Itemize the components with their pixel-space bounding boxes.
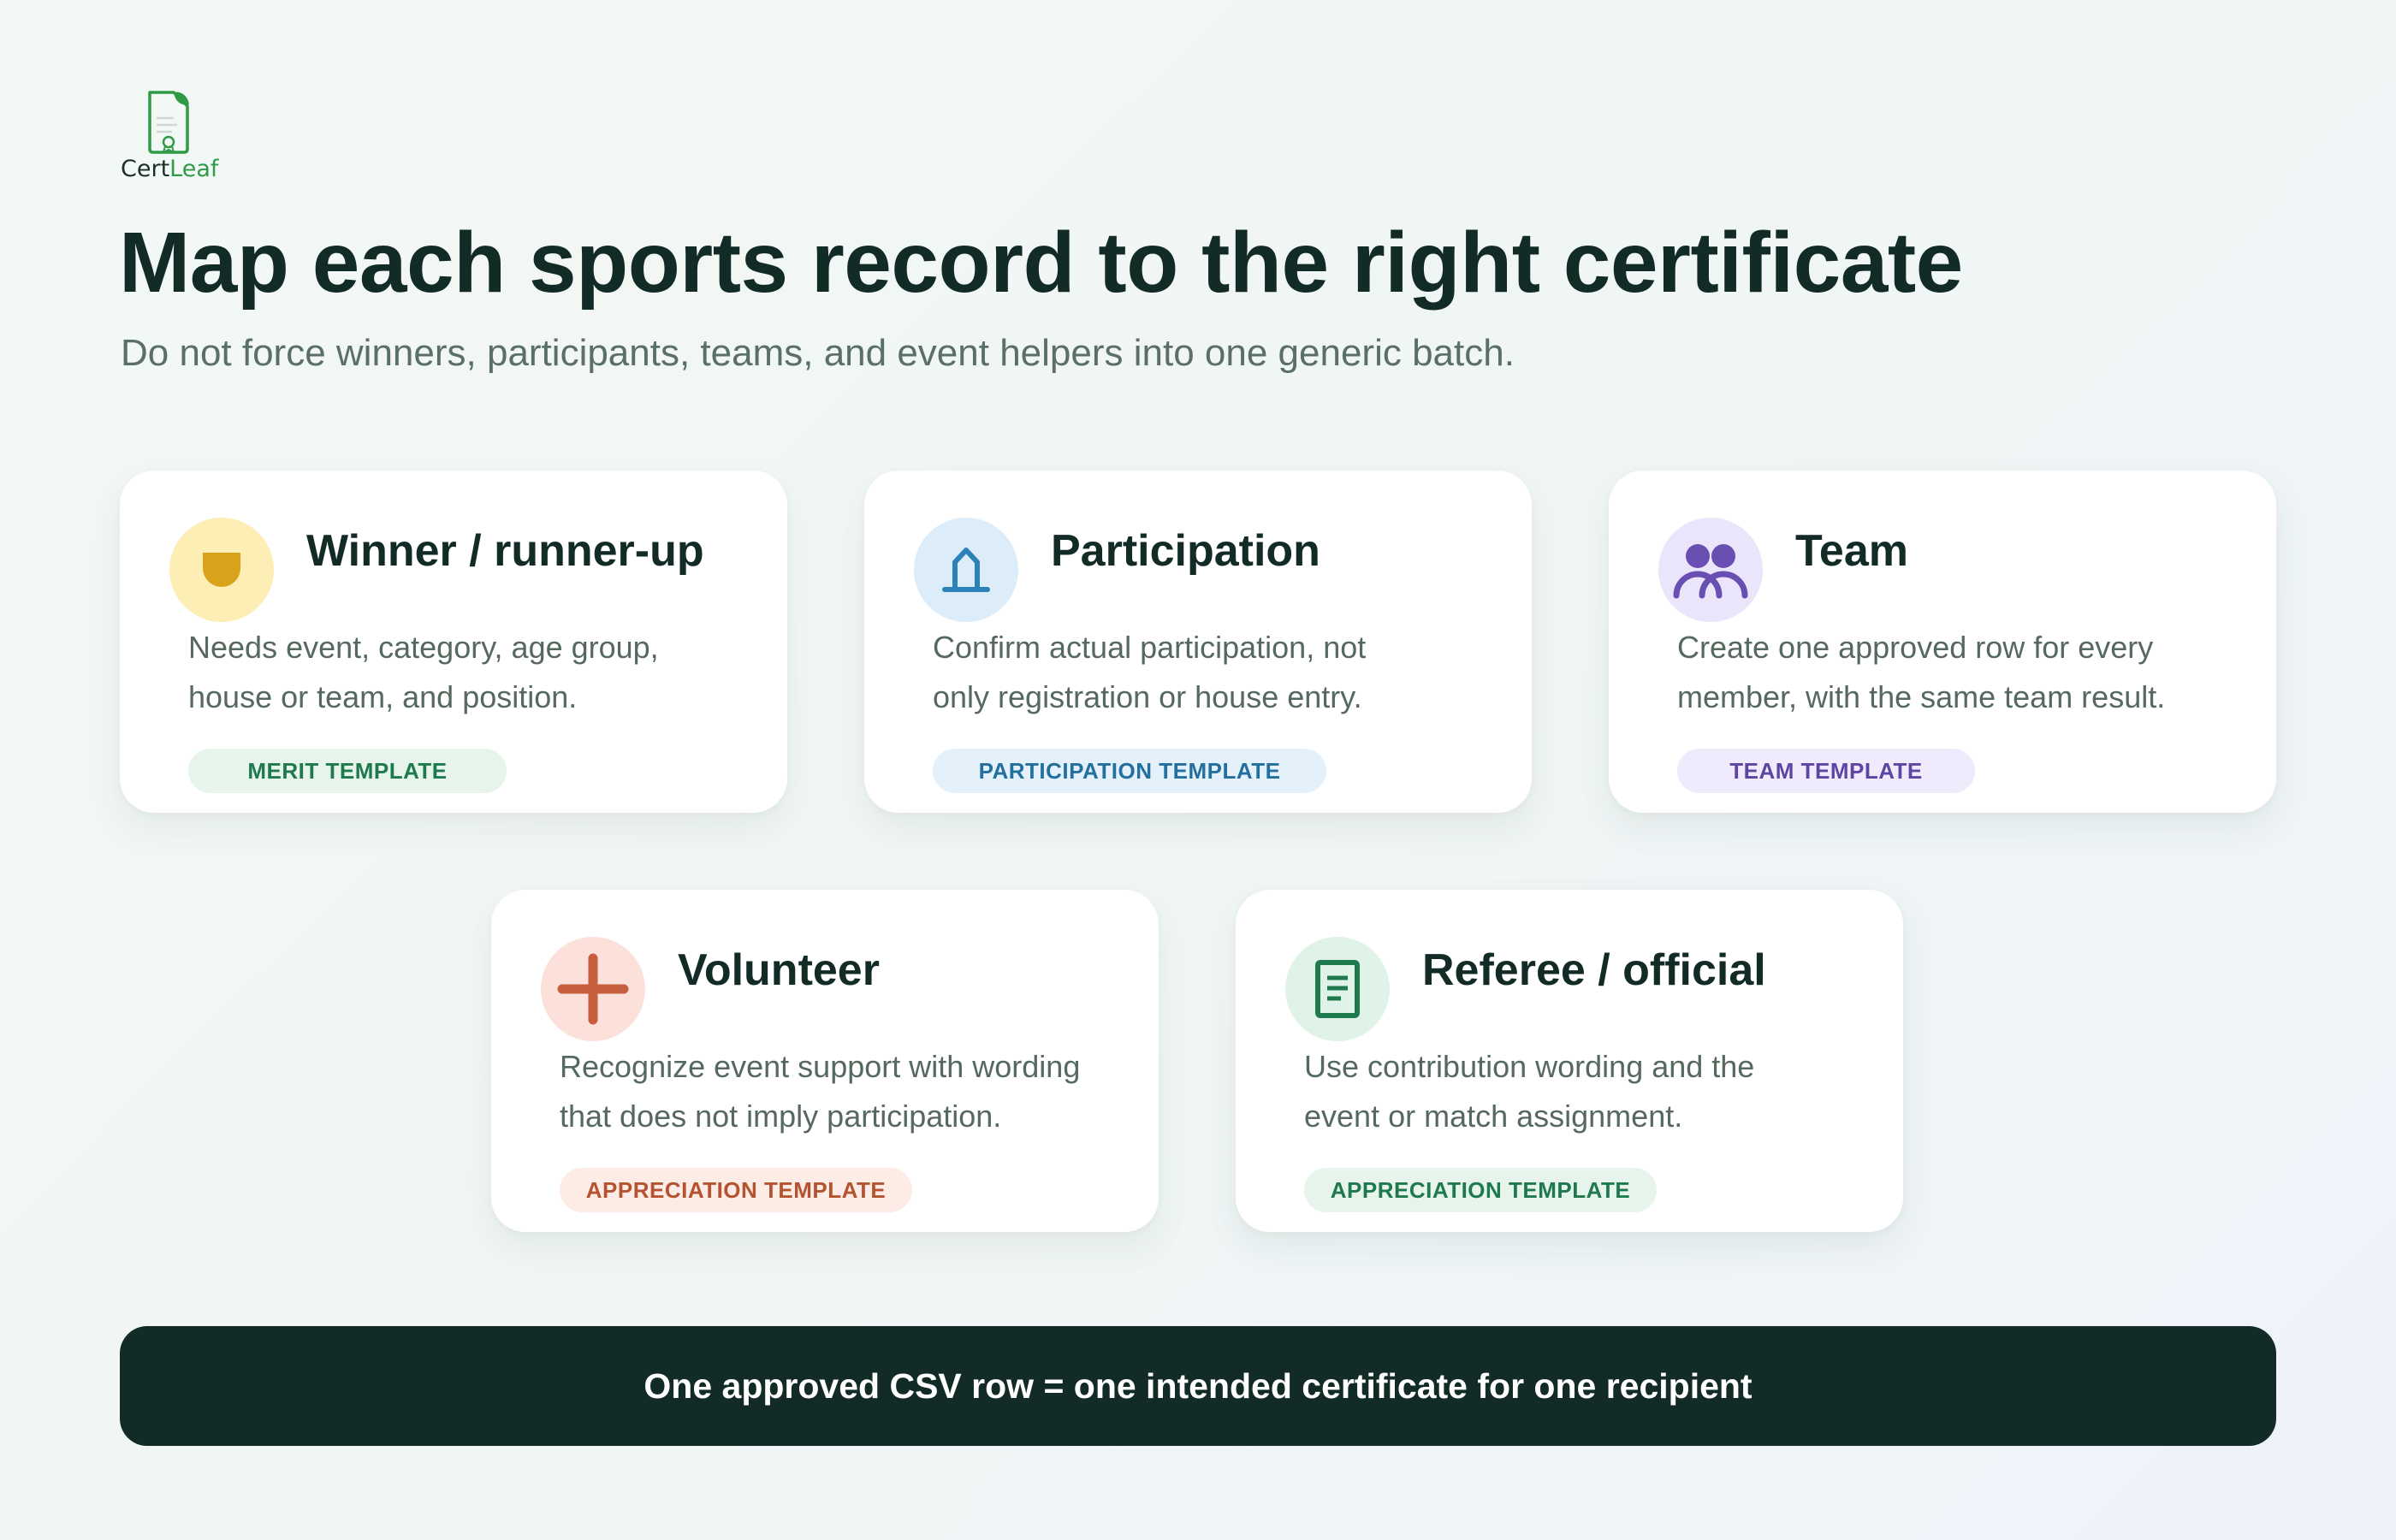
page-subtitle: Do not force winners, participants, team… xyxy=(121,332,1515,374)
participation-template-badge: PARTICIPATION TEMPLATE xyxy=(933,749,1326,793)
card-title: Referee / official xyxy=(1422,945,1766,995)
brand-name: CertLeaf xyxy=(121,156,219,182)
card-volunteer: Volunteer Recognize event support with w… xyxy=(491,890,1159,1232)
card-description: Needs event, category, age group, house … xyxy=(188,630,659,714)
card-title: Participation xyxy=(1051,526,1320,576)
appreciation-template-badge: APPRECIATION TEMPLATE xyxy=(1304,1168,1657,1212)
plus-icon xyxy=(541,937,645,1041)
page-title: Map each sports record to the right cert… xyxy=(119,215,1963,311)
card-title: Volunteer xyxy=(678,945,880,995)
card-winner-runner-up: Winner / runner-up Needs event, category… xyxy=(120,471,787,813)
csv-rule-banner: One approved CSV row = one intended cert… xyxy=(120,1326,2276,1446)
card-description: Recognize event support with wording tha… xyxy=(560,1049,1081,1134)
card-team: Team Create one approved row for every m… xyxy=(1609,471,2276,813)
card-description: Confirm actual participation, not only r… xyxy=(933,630,1367,714)
certleaf-logo: CertLeaf xyxy=(121,89,222,185)
medal-icon xyxy=(169,518,274,622)
card-participation: Participation Confirm actual participati… xyxy=(864,471,1532,813)
team-icon xyxy=(1658,518,1763,622)
document-icon xyxy=(1285,937,1390,1041)
card-title: Winner / runner-up xyxy=(306,526,704,576)
card-referee-official: Referee / official Use contribution word… xyxy=(1236,890,1903,1232)
team-template-badge: TEAM TEMPLATE xyxy=(1677,749,1975,793)
flag-icon xyxy=(914,518,1018,622)
certificate-leaf-icon xyxy=(148,91,189,154)
card-description: Create one approved row for every member… xyxy=(1677,630,2166,714)
appreciation-template-badge: APPRECIATION TEMPLATE xyxy=(560,1168,912,1212)
merit-template-badge: MERIT TEMPLATE xyxy=(188,749,507,793)
card-description: Use contribution wording and the event o… xyxy=(1304,1049,1755,1134)
card-title: Team xyxy=(1795,526,1908,576)
